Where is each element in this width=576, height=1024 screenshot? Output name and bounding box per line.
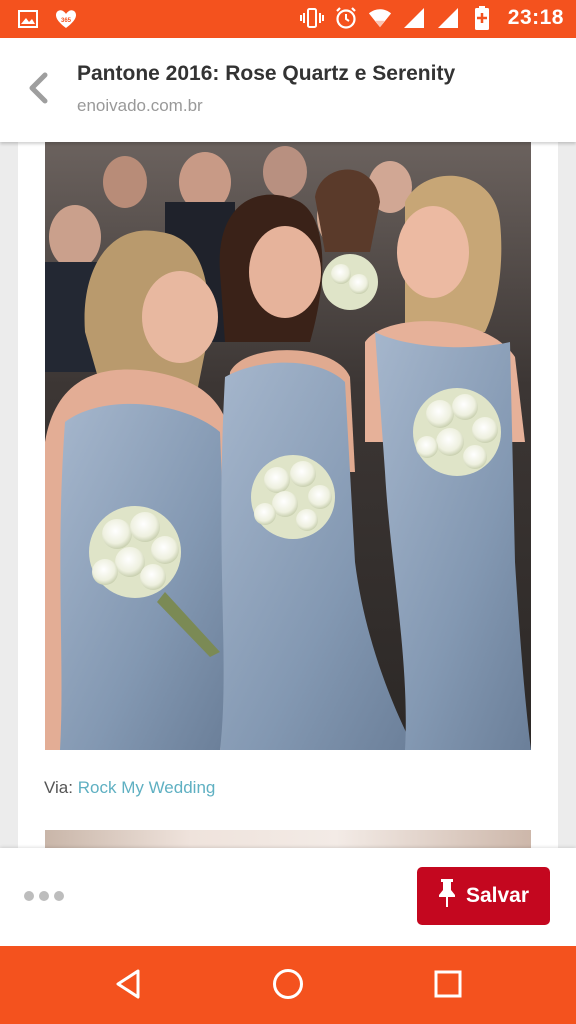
caption-source-link[interactable]: Rock My Wedding	[78, 778, 216, 797]
heart-badge-text: 365	[61, 18, 72, 24]
save-label: Salvar	[465, 884, 530, 907]
status-bar: 365 23:18	[0, 0, 576, 38]
back-button[interactable]	[18, 68, 58, 112]
pin-icon	[438, 878, 456, 914]
chevron-left-icon	[27, 72, 49, 109]
page-title: Pantone 2016: Rose Quartz e Serenity	[77, 62, 456, 85]
source-domain[interactable]: enoivado.com.br	[77, 96, 203, 116]
more-dots-icon	[24, 891, 34, 901]
navigation-bar	[0, 946, 576, 1024]
article-header: Pantone 2016: Rose Quartz e Serenity eno…	[0, 38, 576, 142]
nav-home-button[interactable]	[268, 966, 308, 1006]
recents-square-icon	[433, 969, 463, 1004]
heart-365-icon: 365	[54, 7, 78, 31]
next-photo-preview[interactable]	[45, 830, 531, 848]
bridesmaids-photo[interactable]	[45, 142, 531, 750]
battery-charging-icon	[470, 6, 494, 30]
nav-recents-button[interactable]	[428, 966, 468, 1006]
content-card: Via: Rock My Wedding	[18, 142, 558, 848]
more-dots-icon	[54, 891, 64, 901]
signal-icon	[402, 6, 426, 30]
alarm-icon	[334, 6, 358, 30]
vibrate-icon	[299, 6, 324, 30]
status-time: 23:18	[507, 6, 564, 29]
caption-prefix: Via:	[44, 778, 73, 797]
wifi-icon	[368, 6, 392, 30]
more-dots-icon	[39, 891, 49, 901]
action-bar: Salvar	[0, 848, 576, 946]
image-icon	[16, 7, 40, 31]
home-circle-icon	[272, 968, 304, 1005]
back-triangle-icon	[114, 968, 142, 1005]
signal-icon	[436, 6, 460, 30]
more-options-button[interactable]	[24, 886, 68, 906]
save-button[interactable]: Salvar	[417, 867, 550, 925]
nav-back-button[interactable]	[108, 966, 148, 1006]
image-caption: Via: Rock My Wedding	[44, 778, 215, 798]
